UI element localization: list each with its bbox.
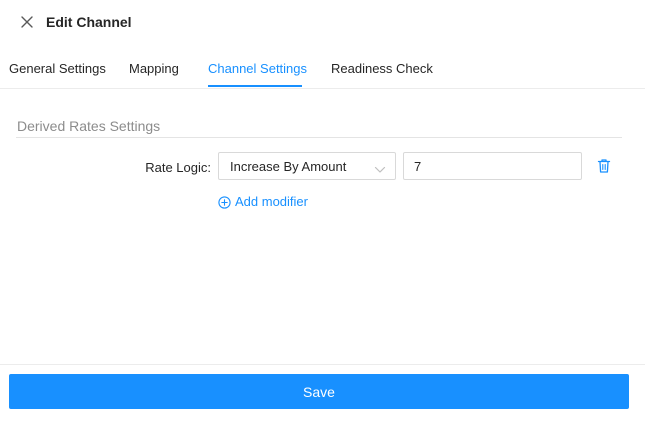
section-divider: [16, 137, 622, 138]
rate-logic-selected-value: Increase By Amount: [230, 159, 347, 174]
panel-header: Edit Channel: [0, 0, 645, 44]
tab-readiness-check[interactable]: Readiness Check: [331, 60, 433, 78]
rate-logic-select[interactable]: Increase By Amount: [218, 152, 396, 180]
close-icon[interactable]: [18, 13, 36, 31]
section-title: Derived Rates Settings: [17, 118, 161, 134]
plus-circle-icon: [218, 195, 231, 209]
footer-divider: [0, 364, 645, 365]
page-title: Edit Channel: [46, 14, 132, 30]
rate-amount-input[interactable]: [403, 152, 582, 180]
add-modifier-button[interactable]: Add modifier: [218, 193, 308, 211]
save-button[interactable]: Save: [9, 374, 629, 409]
rate-logic-label: Rate Logic:: [145, 160, 211, 175]
edit-channel-panel: Edit Channel General Settings Mapping Ch…: [0, 0, 667, 439]
tab-mapping[interactable]: Mapping: [129, 60, 179, 78]
tab-channel-settings[interactable]: Channel Settings: [208, 60, 307, 78]
active-tab-indicator: [208, 85, 302, 87]
chevron-down-icon: [374, 162, 386, 173]
add-modifier-label: Add modifier: [235, 194, 308, 209]
tab-bar: General Settings Mapping Channel Setting…: [0, 50, 645, 89]
delete-icon[interactable]: [597, 158, 611, 174]
tab-general-settings[interactable]: General Settings: [9, 60, 106, 78]
